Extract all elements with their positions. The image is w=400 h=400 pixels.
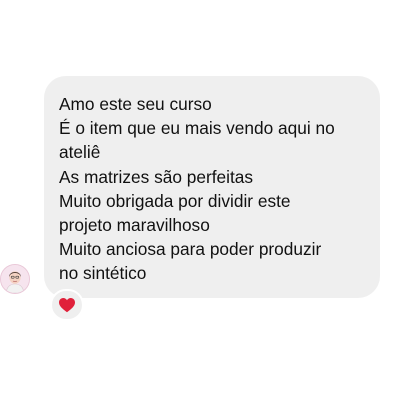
heart-icon (59, 298, 75, 313)
message-line: projeto maravilhoso (59, 215, 210, 236)
message-bubble[interactable]: Amo este seu curso É o item que eu mais … (44, 76, 380, 298)
message-line: Muito obrigada por dividir este (59, 190, 291, 211)
message-line: É o item que eu mais vendo aqui no (59, 118, 335, 139)
message-line: ateliê (59, 142, 101, 163)
profile-photo-icon (1, 265, 29, 293)
message-line: no sintético (59, 263, 147, 284)
message-line: Amo este seu curso (59, 94, 212, 114)
chat-screen: Amo este seu curso É o item que eu mais … (0, 0, 400, 400)
message-line: Muito anciosa para poder produzir (59, 239, 322, 260)
message-line: As matrizes são perfeitas (59, 166, 254, 187)
heart-reaction[interactable] (50, 289, 84, 321)
sender-avatar[interactable] (0, 264, 30, 294)
